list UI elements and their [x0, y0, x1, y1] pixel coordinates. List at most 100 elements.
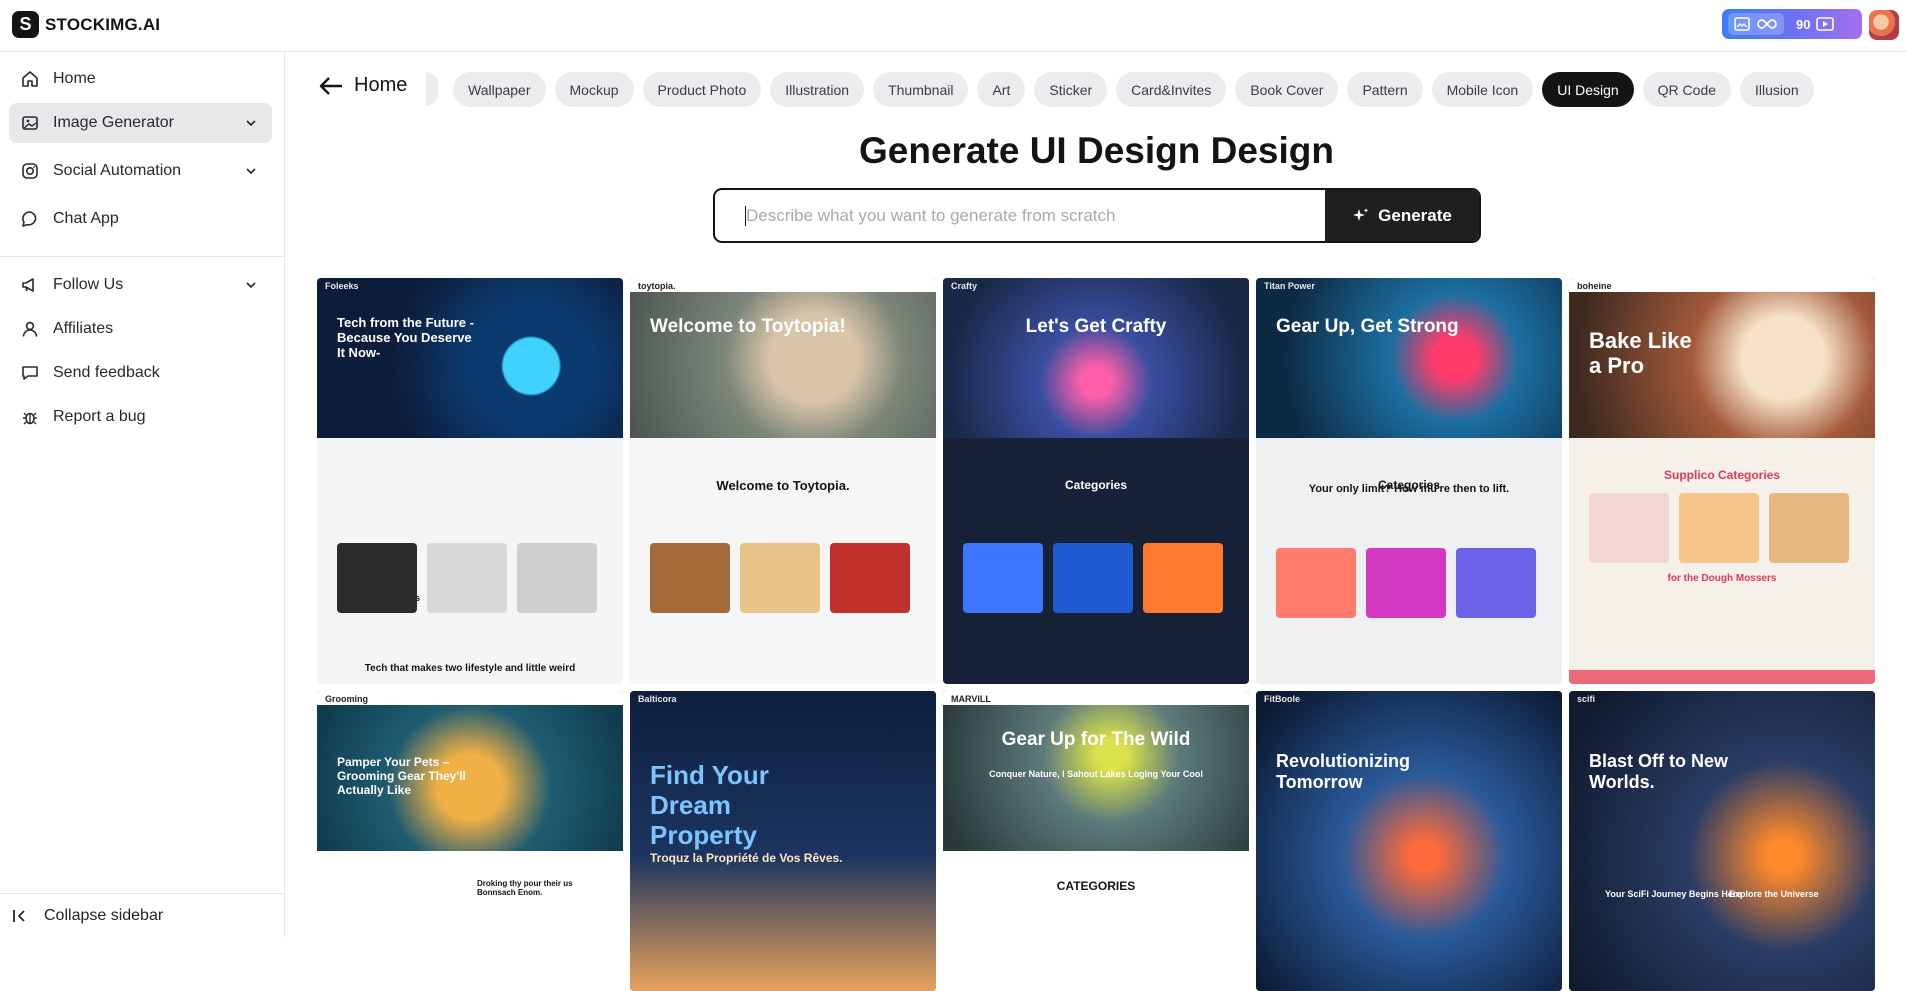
sparkle-icon	[1353, 207, 1369, 221]
sidebar-item-label: Chat App	[53, 210, 119, 227]
page-title: Generate UI Design Design	[859, 130, 1334, 171]
card-title: Blast Off to New Worlds.	[1589, 751, 1729, 792]
collapse-icon	[13, 909, 25, 922]
brand-name: STOCKIMG.AI	[45, 14, 161, 34]
sidebar-item-social-automation[interactable]: Social Automation	[9, 151, 272, 191]
card-caption: Welcome to Toytopia.	[716, 478, 850, 493]
arrow-left-icon	[319, 76, 342, 95]
back-home-button[interactable]: Home	[318, 74, 407, 97]
collapse-label: Collapse sidebar	[44, 906, 164, 924]
ui-design-card[interactable]: Crafty Let's Get Crafty Categories	[943, 278, 1249, 684]
ui-design-card[interactable]: Grooming Pamper Your Pets – Grooming Gear…	[317, 691, 623, 991]
sidebar-item-report-bug[interactable]: Report a bug	[9, 397, 272, 437]
megaphone-icon	[22, 278, 34, 292]
card-title: Tech from the Future - Because You Deser…	[337, 315, 474, 360]
card-caption: Tech that makes two lifestyle and little…	[364, 663, 576, 674]
tab-art[interactable]: Art	[977, 72, 1026, 107]
card-product-tile	[427, 543, 507, 613]
tab-mockup[interactable]: Mockup	[554, 72, 634, 107]
card-brand: FitBoole	[1264, 694, 1300, 704]
collapse-sidebar-button[interactable]: Collapse sidebar	[0, 893, 285, 937]
card-title: Gear Up, Get Strong	[1276, 316, 1459, 337]
prompt-bar: Generate	[713, 188, 1481, 243]
ui-design-card[interactable]: boheine Bake Like a Pro Supplico Categorie…	[1569, 278, 1875, 684]
card-product-tile	[740, 543, 820, 613]
brand-logo[interactable]: S STOCKIMG.AI	[12, 11, 160, 38]
sidebar-item-label: Report a bug	[53, 408, 146, 425]
ui-design-card[interactable]: Balticora Find Your Dream Property Troquz …	[630, 691, 936, 991]
sidebar-item-label: Affiliates	[53, 320, 114, 337]
sidebar-item-label: Follow Us	[53, 276, 124, 293]
tab-thumbnail[interactable]: Thumbnail	[873, 72, 969, 107]
image-icon	[1734, 17, 1750, 31]
main-content: Home Wallpaper Mockup Product Photo Illustr…	[286, 52, 1907, 991]
bug-icon	[23, 412, 37, 425]
card-brand: toytopia.	[630, 278, 936, 292]
tab-qr-code[interactable]: QR Code	[1642, 72, 1732, 107]
prompt-input[interactable]	[715, 190, 1335, 241]
tab-mobile-icon[interactable]: Mobile Icon	[1431, 72, 1534, 107]
card-hero-image	[1569, 691, 1875, 991]
image-generator-icon	[22, 116, 38, 130]
tab-sticker[interactable]: Sticker	[1034, 72, 1108, 107]
card-hero-image	[1256, 278, 1562, 438]
card-footer-band	[1569, 670, 1875, 684]
tab-pattern[interactable]: Pattern	[1347, 72, 1423, 107]
card-title: Revolutionizing Tomorrow	[1276, 751, 1410, 792]
card-brand: boheine	[1569, 278, 1875, 292]
sidebar-item-chat-app[interactable]: Chat App	[9, 199, 272, 239]
sidebar-item-label: Image Generator	[53, 114, 174, 131]
sidebar-item-affiliates[interactable]: Affiliates	[9, 309, 272, 349]
tab-illustration[interactable]: Illustration	[770, 72, 865, 107]
video-credits[interactable]: 90	[1790, 13, 1840, 35]
sidebar-item-home[interactable]: Home	[9, 59, 272, 99]
ui-design-gallery: Foleeks Tech from the Future - Because Yo…	[317, 278, 1877, 991]
sidebar-item-send-feedback[interactable]: Send feedback	[9, 353, 272, 393]
ui-design-card[interactable]: Titan Power Gear Up, Get Strong Categories…	[1256, 278, 1562, 684]
card-section-heading: CATEGORIES	[1056, 879, 1136, 893]
user-avatar[interactable]	[1869, 10, 1899, 40]
ui-design-card[interactable]: Foleeks Tech from the Future - Because Yo…	[317, 278, 623, 684]
card-product-tile	[1456, 548, 1536, 618]
card-brand: MARVILL	[943, 691, 1249, 705]
card-brand: Grooming	[317, 691, 623, 705]
card-product-tile	[337, 543, 417, 613]
card-section-heading: Categories	[1064, 478, 1128, 492]
tab-product-photo[interactable]: Product Photo	[642, 72, 762, 107]
card-title: Let's Get Crafty	[1025, 316, 1167, 337]
ui-design-card[interactable]: toytopia.Welcome to Toytopia!Surprise Me…	[630, 278, 936, 684]
tab-illusion[interactable]: Illusion	[1740, 72, 1814, 107]
sidebar-item-label: Home	[53, 70, 96, 87]
tab-card-invites[interactable]: Card&Invites	[1116, 72, 1227, 107]
logo-mark-icon: S	[12, 11, 39, 38]
tab-book-cover[interactable]: Book Cover	[1235, 72, 1339, 107]
sidebar-item-follow-us[interactable]: Follow Us	[9, 265, 272, 305]
chevron-down-icon	[246, 120, 256, 127]
card-caption: Your only limit? How mu're then to lift.	[1308, 483, 1510, 495]
instagram-icon	[22, 163, 38, 179]
card-caption: Conquer Nature, l Sahout Lakes Loging Yo…	[989, 769, 1203, 779]
card-title: Bake Like a Pro	[1589, 328, 1692, 379]
sidebar-divider	[0, 256, 285, 257]
card-product-tile	[650, 543, 730, 613]
card-hero-image	[630, 278, 936, 438]
generate-button[interactable]: Generate	[1325, 190, 1479, 241]
tab-ui-design[interactable]: UI Design	[1542, 72, 1634, 107]
sidebar-item-label: Social Automation	[53, 162, 182, 179]
tab-wallpaper[interactable]: Wallpaper	[453, 72, 546, 107]
image-credits[interactable]	[1728, 13, 1784, 35]
card-product-tile	[517, 543, 597, 613]
card-product-tile	[830, 543, 910, 613]
credits-badge[interactable]: 90	[1722, 9, 1862, 39]
card-title: Find Your Dream Property	[650, 760, 769, 850]
ui-design-card[interactable]: FitBoole Revolutionizing Tomorrow	[1256, 691, 1562, 991]
card-product-tile	[1143, 543, 1223, 613]
card-section-heading: Supplico Categories	[1663, 468, 1781, 482]
credits-count: 90	[1796, 16, 1811, 32]
ui-design-card[interactable]: scifi Blast Off to New Worlds. Your SciFi …	[1569, 691, 1875, 991]
ui-design-card[interactable]: MARVILL Gear Up for The Wild CATEGORIES Con…	[943, 691, 1249, 991]
card-product-tile	[1589, 493, 1669, 563]
generate-label: Generate	[1378, 205, 1452, 225]
sidebar-item-image-generator[interactable]: Image Generator	[9, 103, 272, 143]
card-caption: Explore the Universe	[1729, 889, 1819, 899]
